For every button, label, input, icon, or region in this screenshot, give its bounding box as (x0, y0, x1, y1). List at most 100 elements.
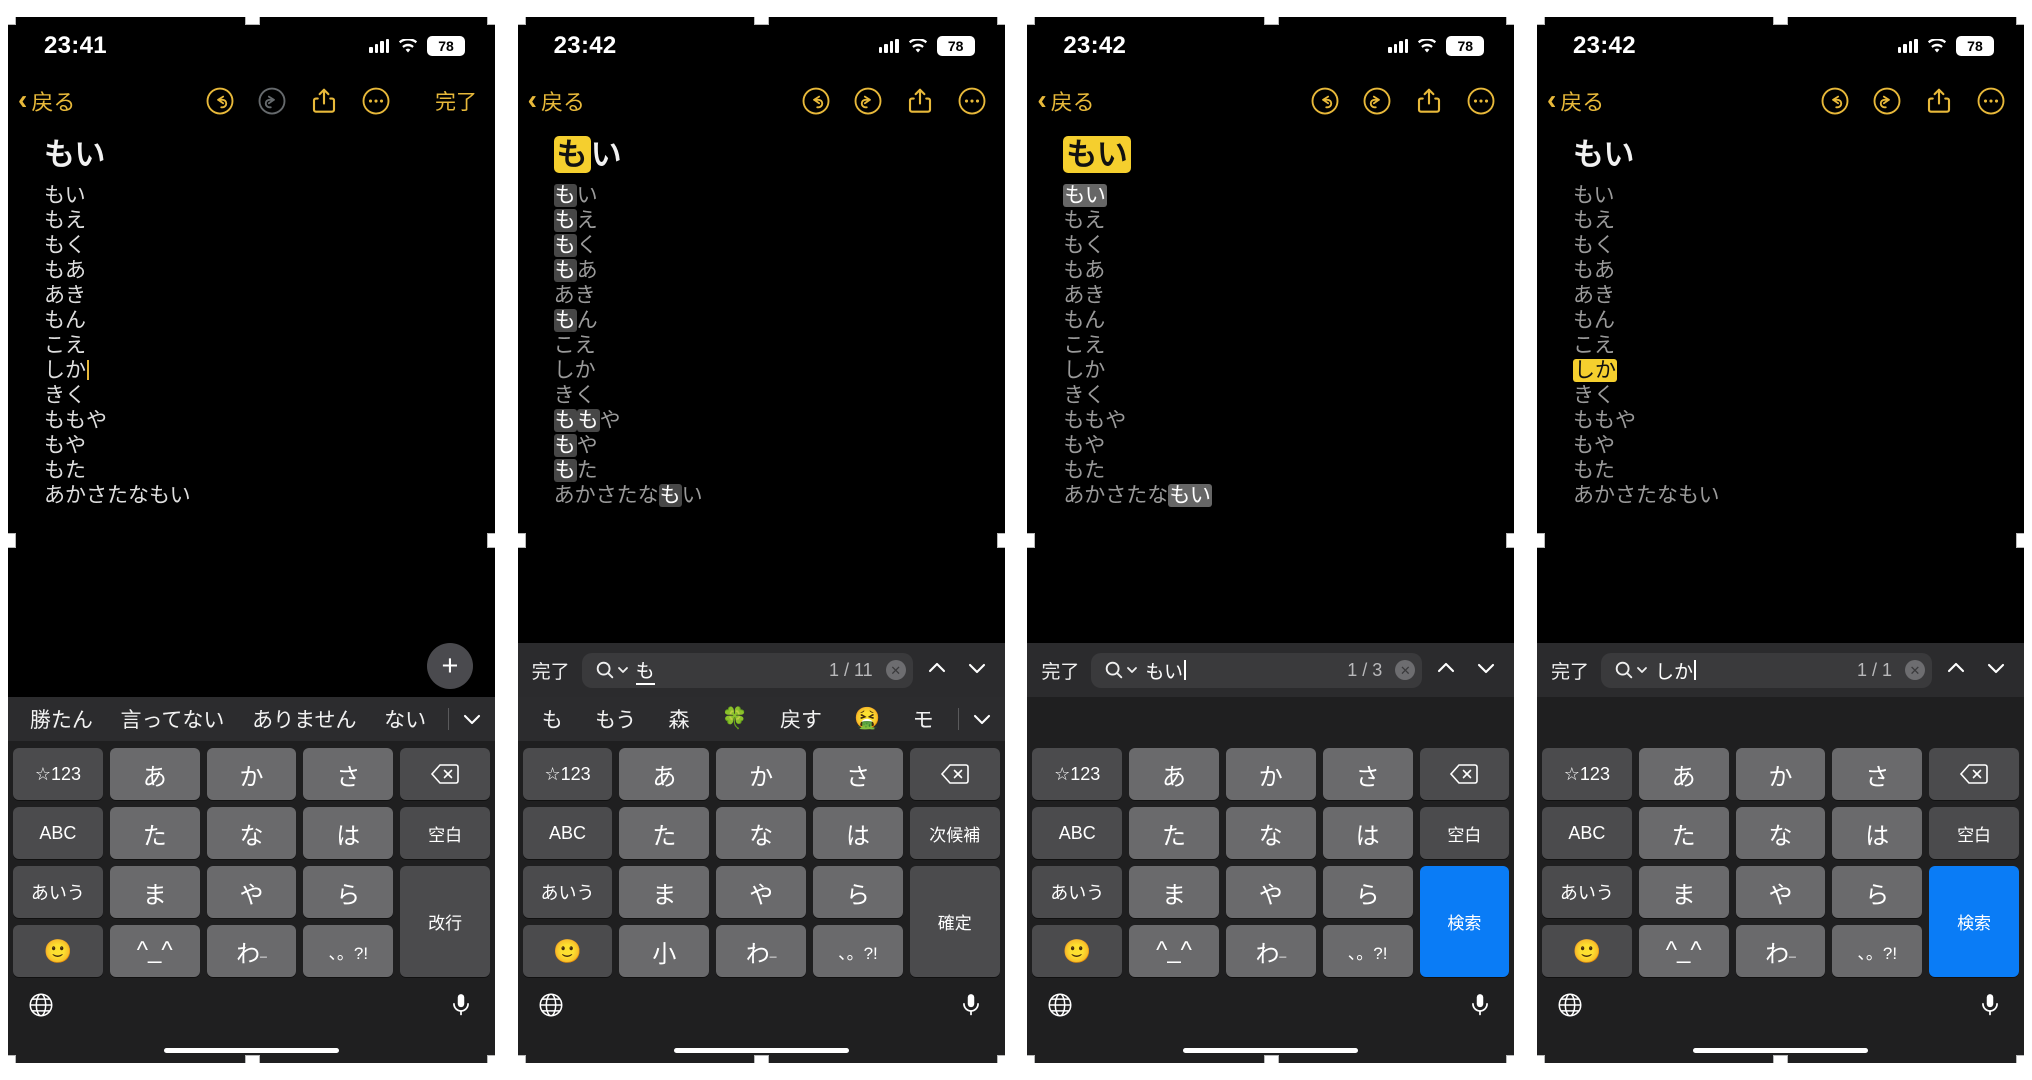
key-や[interactable]: や (1225, 866, 1316, 918)
key-あいう[interactable]: あいう (1032, 866, 1123, 918)
key-あいう[interactable]: あいう (13, 866, 103, 918)
back-button[interactable]: ‹ 戻る (528, 85, 585, 117)
selection-handle[interactable] (2015, 533, 2024, 548)
key-か[interactable]: か (206, 748, 297, 800)
key-space[interactable]: 空白 (400, 807, 490, 859)
more-ellipsis-icon[interactable] (1976, 86, 2006, 116)
key-な[interactable]: な (206, 807, 297, 859)
key-punctuation[interactable]: 、。?! (813, 925, 903, 977)
suggestion-item[interactable]: 🍀 (720, 707, 750, 731)
clear-circle-icon[interactable]: ✕ (1395, 660, 1416, 680)
home-indicator[interactable] (1183, 1047, 1359, 1053)
selection-handle[interactable] (517, 533, 526, 548)
key-は[interactable]: は (1832, 807, 1923, 859)
key-た[interactable]: た (619, 807, 710, 859)
note-body[interactable]: もい もい もえ もく もあ あき もん こえ しか きく ももや もや もた あかさたなもい (1537, 127, 2024, 643)
redo-icon[interactable] (257, 86, 287, 116)
key-ら[interactable]: ら (1322, 866, 1413, 918)
key-か[interactable]: か (716, 748, 807, 800)
key-は[interactable]: は (1322, 807, 1413, 859)
key-☆123[interactable]: ☆123 (1541, 748, 1632, 800)
selection-handle[interactable] (996, 533, 1005, 548)
emoji-icon[interactable]: 🙂 (1032, 925, 1123, 977)
key-ら[interactable]: ら (813, 866, 903, 918)
suggestion-item[interactable]: ない (382, 704, 428, 734)
key-あ[interactable]: あ (109, 748, 200, 800)
emoji-icon[interactable]: 🙂 (522, 925, 613, 977)
key-あいう[interactable]: あいう (522, 866, 613, 918)
chevron-down-icon[interactable] (1474, 656, 1498, 685)
share-icon[interactable] (1414, 86, 1444, 116)
selection-handle[interactable] (1027, 533, 1036, 548)
key-ABC[interactable]: ABC (13, 807, 103, 859)
selection-handle[interactable] (2015, 17, 2024, 25)
undo-icon[interactable] (1310, 86, 1340, 116)
key-ま[interactable]: ま (1129, 866, 1219, 918)
selection-handle[interactable] (244, 1055, 260, 1063)
globe-icon[interactable] (1046, 991, 1074, 1024)
selection-handle[interactable] (1536, 17, 1545, 25)
chevron-up-icon[interactable] (1944, 656, 1968, 685)
key-か[interactable]: か (1225, 748, 1316, 800)
key-ABC[interactable]: ABC (522, 807, 613, 859)
key-や[interactable]: や (206, 866, 297, 918)
note-body[interactable]: もい もい もえ もく もあ あき もん こえ しか きく ももや もや もた あかさたなもい + (8, 127, 495, 697)
selection-handle[interactable] (754, 17, 770, 25)
selection-handle[interactable] (996, 1055, 1005, 1063)
key-さ[interactable]: さ (1832, 748, 1923, 800)
suggestion-item[interactable]: もう (593, 704, 638, 734)
selection-handle[interactable] (1536, 1055, 1545, 1063)
selection-handle[interactable] (8, 1055, 16, 1063)
suggestion-item[interactable]: 森 (667, 704, 692, 734)
home-indicator[interactable] (164, 1047, 339, 1053)
add-attachment-button[interactable]: + (427, 643, 473, 689)
undo-icon[interactable] (205, 86, 235, 116)
note-body[interactable]: もい もい もえ もく もあ あき もん こえ しか きく ももや もや もた あかさたなもい (1027, 127, 1514, 643)
back-button[interactable]: ‹ 戻る (1547, 85, 1604, 117)
selection-handle[interactable] (1027, 17, 1036, 25)
key-^_^[interactable]: ^_^ (109, 925, 200, 977)
chevron-down-icon[interactable] (965, 656, 989, 685)
selection-handle[interactable] (2015, 1055, 2024, 1063)
key-な[interactable]: な (1735, 807, 1826, 859)
suggestion-item[interactable]: モ (911, 704, 936, 734)
chevron-down-icon[interactable] (959, 707, 1005, 731)
selection-handle[interactable] (1506, 1055, 1515, 1063)
key-や[interactable]: や (1735, 866, 1826, 918)
more-ellipsis-icon[interactable] (1466, 86, 1496, 116)
selection-handle[interactable] (1263, 17, 1279, 25)
selection-handle[interactable] (1027, 1055, 1036, 1063)
search-magnifier-icon[interactable] (594, 659, 629, 681)
suggestion-item[interactable]: 勝たん (28, 704, 95, 734)
undo-icon[interactable] (801, 86, 831, 116)
key-な[interactable]: な (716, 807, 807, 859)
key-た[interactable]: た (1638, 807, 1729, 859)
home-indicator[interactable] (673, 1047, 849, 1053)
suggestion-item[interactable]: 🤮 (852, 707, 882, 731)
key-ABC[interactable]: ABC (1541, 807, 1632, 859)
key-や[interactable]: や (716, 866, 807, 918)
key-あいう[interactable]: あいう (1541, 866, 1632, 918)
key-さ[interactable]: さ (303, 748, 394, 800)
key-か[interactable]: か (1735, 748, 1826, 800)
clear-circle-icon[interactable]: ✕ (1904, 660, 1925, 680)
find-done-button[interactable]: 完了 (1041, 657, 1079, 684)
delete-icon[interactable] (909, 748, 1000, 800)
selection-handle[interactable] (754, 1055, 770, 1063)
key-た[interactable]: た (109, 807, 200, 859)
find-done-button[interactable]: 完了 (1551, 657, 1589, 684)
mic-icon[interactable] (958, 991, 984, 1024)
key-^_^[interactable]: ^_^ (1638, 925, 1729, 977)
key-は[interactable]: は (813, 807, 903, 859)
mic-icon[interactable] (1467, 991, 1493, 1024)
chevron-down-icon[interactable] (1984, 656, 2008, 685)
find-input[interactable]: しか 1 / 1 ✕ (1600, 652, 1932, 688)
key-wa[interactable]: わ _ (1735, 925, 1826, 977)
globe-icon[interactable] (27, 991, 55, 1024)
note-body[interactable]: もい もい もえ もく もあ あき もん こえ しか きく ももや もや もた あかさたなもい (518, 127, 1005, 643)
share-icon[interactable] (905, 86, 935, 116)
key-小[interactable]: 小 (619, 925, 710, 977)
search-magnifier-icon[interactable] (1613, 659, 1648, 681)
key-wa[interactable]: わ _ (206, 925, 297, 977)
globe-icon[interactable] (1556, 991, 1584, 1024)
